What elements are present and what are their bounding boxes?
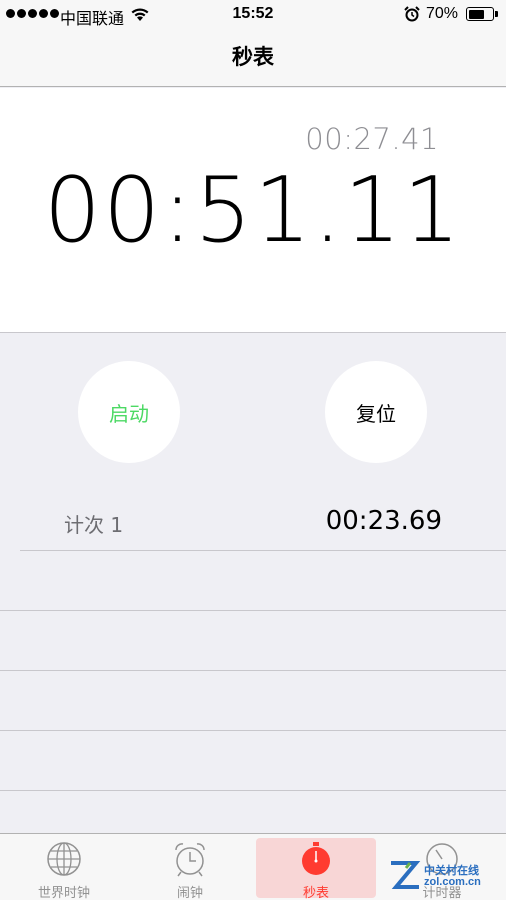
lap-time: 00:23.69: [325, 506, 442, 536]
list-divider: [0, 790, 506, 791]
lap-label: 计次 1: [64, 513, 124, 537]
battery-percent: 70%: [426, 5, 459, 22]
lap-row: 计次 1 00:23.69: [20, 491, 506, 551]
status-bar: 中国联通 15:52 70%: [0, 0, 506, 30]
alarm-clock-icon: [175, 843, 205, 877]
timer-display: 00:27.41 00:51.11: [0, 88, 506, 333]
globe-icon: [47, 842, 81, 876]
zol-watermark-logo: 中关村在线 zol.com.cn: [388, 858, 500, 892]
tab-stopwatch[interactable]: 秒表: [256, 838, 376, 900]
stopwatch-icon: [302, 842, 330, 875]
current-lap-time: 00:27.41: [305, 122, 439, 156]
battery-icon: [466, 7, 498, 21]
nav-bar: 秒表: [0, 30, 506, 87]
page-title: 秒表: [232, 45, 274, 69]
tab-label: 闹钟: [176, 886, 203, 900]
list-divider: [0, 670, 506, 671]
tab-label: 世界时钟: [37, 886, 90, 900]
list-divider: [0, 610, 506, 611]
list-divider: [0, 730, 506, 731]
tab-label: 秒表: [302, 886, 329, 900]
start-button[interactable]: 启动: [78, 361, 180, 463]
watermark-text: zol.com.cn: [424, 876, 481, 888]
tab-world-clock[interactable]: 世界时钟: [4, 834, 124, 900]
alarm-status-icon: [404, 6, 420, 22]
elapsed-time: 00:51.11: [43, 158, 463, 263]
tab-alarm[interactable]: 闹钟: [130, 834, 250, 900]
zol-logo-icon: [391, 861, 421, 889]
reset-button[interactable]: 复位: [325, 361, 427, 463]
